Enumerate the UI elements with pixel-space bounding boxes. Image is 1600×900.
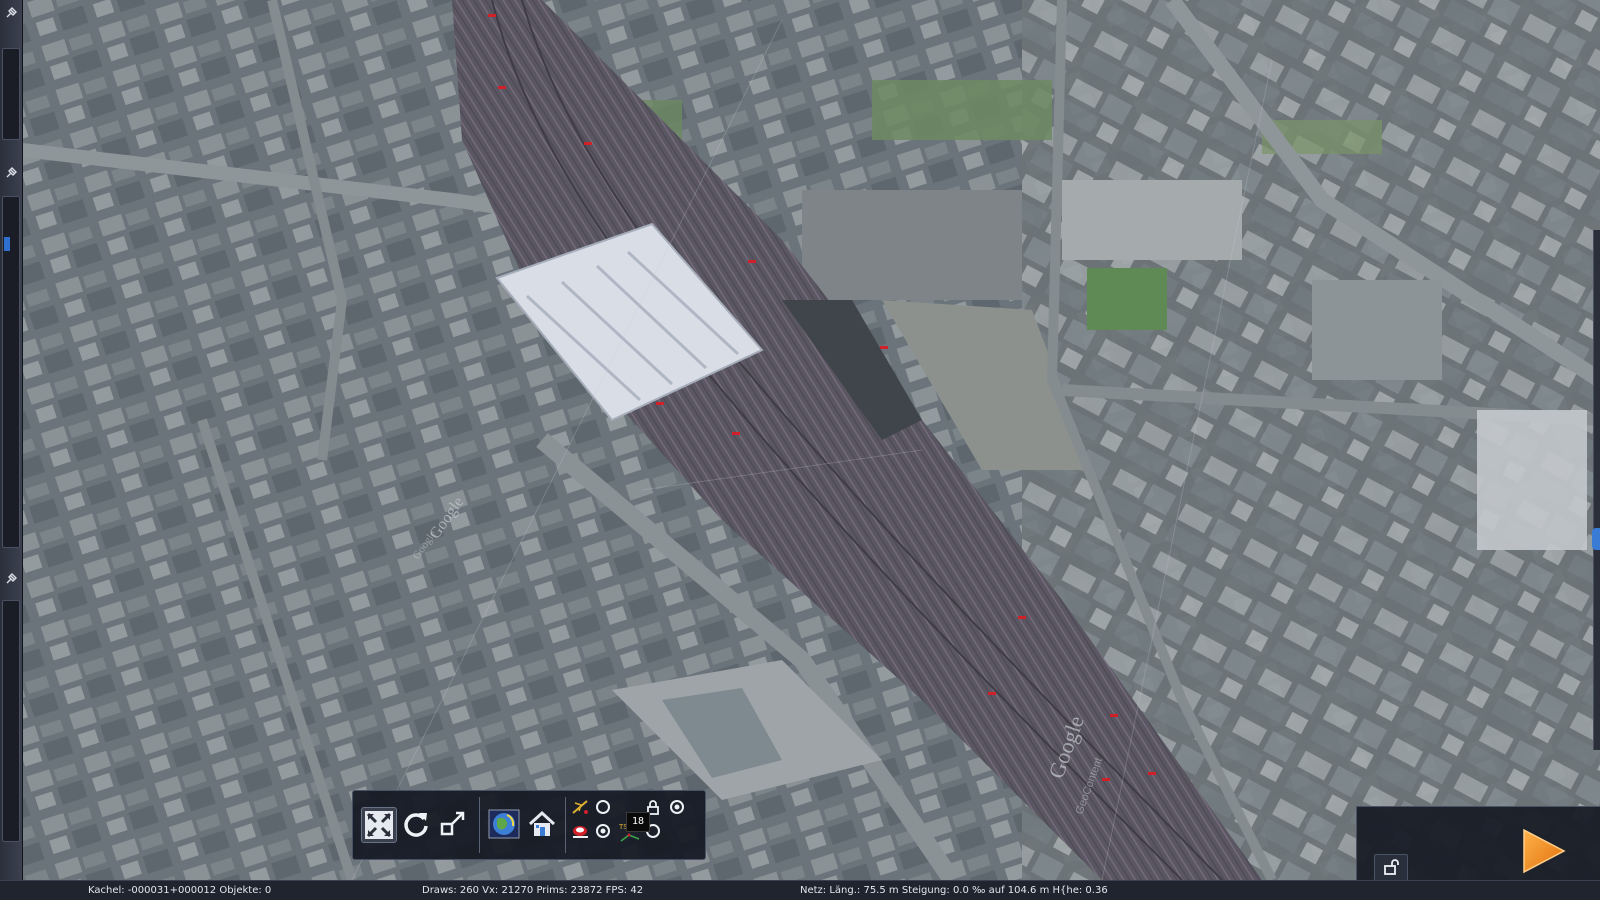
rotate-reset-icon [404,813,428,837]
toolbar-separator [565,797,566,853]
radio-option-3[interactable] [667,797,687,817]
pin-icon[interactable] [4,166,18,180]
play-button[interactable] [1518,826,1572,876]
zoom-extents-button[interactable] [437,807,471,841]
globe-button[interactable] [487,807,521,841]
view-toolbar: TS14 [352,790,706,860]
fit-view-icon [365,811,393,839]
radio-icon [596,824,610,838]
play-icon [1523,828,1566,874]
collapsed-panel[interactable] [2,48,20,140]
radio-option-1[interactable] [593,797,613,817]
render-stats-status: Draws: 260 Vx: 21270 Prims: 23872 FPS: 4… [422,885,644,896]
map-viewport[interactable]: Google Google Google GeoContent [22,0,1600,880]
collapsed-panel[interactable] [2,196,20,548]
toolbar-separator [479,797,480,853]
status-bar: Kachel: -000031+000012 Objekte: 0 Draws:… [0,880,1600,900]
globe-icon [488,809,520,839]
pin-icon[interactable] [4,6,18,20]
track-tool-icon [572,800,588,814]
tile-level-badge: 18 [626,812,650,832]
lock-open-icon [1384,859,1399,875]
panel-indicator [4,237,10,251]
fit-view-button[interactable] [361,807,397,843]
collapsed-panel[interactable] [2,600,20,842]
tsl-tool-icon [620,833,640,842]
right-panel-handle[interactable] [1592,528,1600,550]
net-info-status: Netz: Läng.: 75.5 m Steigung: 0.0 ‰ auf … [800,885,1108,896]
vehicle-tool-icon [573,826,588,838]
pin-icon[interactable] [4,572,18,586]
unlock-button[interactable] [1374,854,1408,882]
right-edge-strip [1593,230,1600,750]
radio-option-2[interactable] [593,821,613,841]
home-button[interactable] [525,807,559,841]
vehicle-tool-button[interactable] [571,821,591,841]
track-tool-button[interactable] [571,797,591,817]
left-sidebar-strip [0,0,23,880]
zoom-extents-icon [440,811,465,836]
radio-icon [596,800,610,814]
rotate-reset-button[interactable] [399,807,433,841]
radio-icon [670,800,684,814]
aerial-imagery: Google Google Google GeoContent [22,0,1600,880]
tile-info-status: Kachel: -000031+000012 Objekte: 0 [88,885,272,896]
home-icon [528,810,556,836]
